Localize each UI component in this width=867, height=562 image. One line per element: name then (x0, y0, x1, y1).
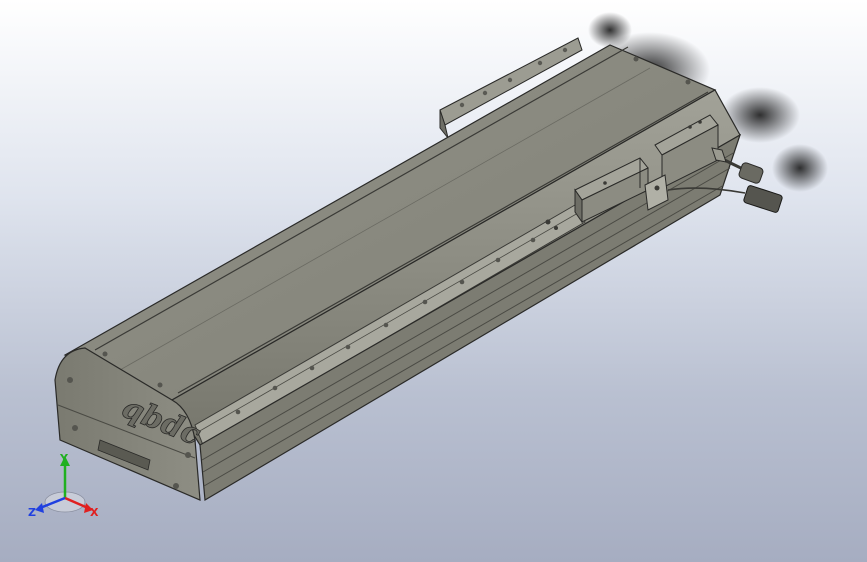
z-axis-label: Z (28, 506, 36, 519)
y-axis-label: Y (59, 452, 69, 465)
cover-screw (157, 382, 163, 388)
cover-screw (102, 351, 108, 357)
model-canvas[interactable]: qbdc Y X Z (0, 0, 867, 562)
cover-screw (685, 79, 691, 85)
mount-hole (537, 60, 543, 66)
linear-actuator-body[interactable]: qbdc (54, 44, 742, 502)
mount-hole (459, 102, 465, 108)
limit-sensor[interactable] (545, 219, 551, 225)
mount-hole (482, 90, 488, 96)
mount-hole (562, 47, 568, 53)
x-axis-label: X (90, 506, 99, 519)
end-cap-screw (72, 425, 78, 431)
coordinate-triad[interactable]: Y X Z (28, 452, 99, 519)
end-cap-screw (67, 377, 73, 383)
cover-screw (633, 56, 639, 62)
graphics-viewport[interactable]: qbdc Y X Z (0, 0, 867, 562)
mount-hole (507, 77, 513, 83)
limit-sensor[interactable] (554, 226, 558, 230)
end-cap-screw (185, 452, 191, 458)
z-axis-head (35, 503, 44, 513)
plug-connector[interactable] (743, 185, 783, 213)
end-cap-screw (173, 483, 179, 489)
round-connector[interactable] (738, 162, 764, 185)
